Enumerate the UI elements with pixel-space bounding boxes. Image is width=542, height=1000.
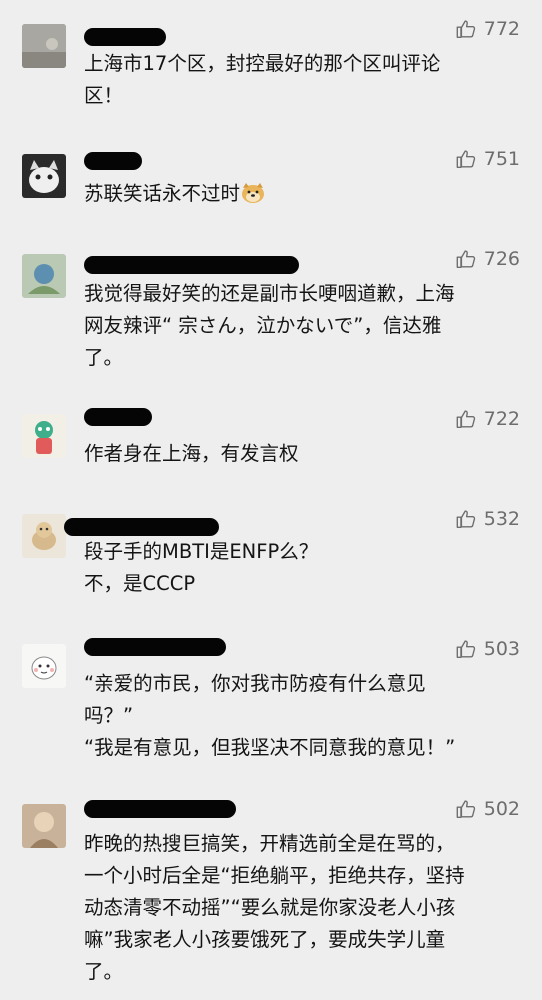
comment-text: 苏联笑话永不过时 xyxy=(84,178,524,210)
avatar[interactable] xyxy=(22,804,66,848)
comment-text: 我觉得最好笑的还是副市长哽咽道歉，上海 网友辣评“ 宗さん，泣かないで”，信达雅… xyxy=(84,282,455,369)
username[interactable] xyxy=(84,638,226,656)
comment-text: 上海市17个区，封控最好的那个区叫评论 区！ xyxy=(84,52,441,107)
username[interactable] xyxy=(84,28,166,46)
like-button[interactable]: 722 xyxy=(455,408,520,430)
like-button[interactable]: 503 xyxy=(455,638,520,660)
like-count: 772 xyxy=(483,18,520,40)
like-button[interactable]: 532 xyxy=(455,508,520,530)
like-count: 722 xyxy=(483,408,520,430)
like-button[interactable]: 751 xyxy=(455,148,520,170)
comment-text: 昨晚的热搜巨搞笑，开精选前全是在骂的， 一个小时后全是“拒绝躺平，拒绝共存，坚持… xyxy=(84,832,465,983)
thumbs-up-icon xyxy=(456,510,475,528)
like-button[interactable]: 772 xyxy=(455,18,520,40)
thumbs-up-icon xyxy=(456,410,475,428)
username[interactable] xyxy=(84,408,152,426)
avatar[interactable] xyxy=(22,254,66,298)
doge-emoji-icon xyxy=(242,183,265,203)
avatar[interactable] xyxy=(22,414,66,458)
comment-text: “亲爱的市民，你对我市防疫有什么意见 吗？” “我是有意见，但我坚决不同意我的意… xyxy=(84,672,456,759)
like-count: 751 xyxy=(483,148,520,170)
like-count: 503 xyxy=(483,638,520,660)
username[interactable] xyxy=(64,518,219,536)
thumbs-up-icon xyxy=(456,640,475,658)
thumbs-up-icon xyxy=(456,20,475,38)
like-button[interactable]: 502 xyxy=(455,798,520,820)
thumbs-up-icon xyxy=(456,800,475,818)
avatar[interactable] xyxy=(22,644,66,688)
thumbs-up-icon xyxy=(456,250,475,268)
comment-text-content: 苏联笑话永不过时 xyxy=(84,182,241,205)
comment-list: 772 上海市17个区，封控最好的那个区叫评论 区！ 751 苏联笑话永不过时 … xyxy=(0,0,542,1000)
avatar[interactable] xyxy=(22,514,66,558)
username[interactable] xyxy=(84,800,236,818)
avatar[interactable] xyxy=(22,24,66,68)
comment-text: 作者身在上海，有发言权 xyxy=(84,442,299,465)
comment-text: 段子手的MBTI是ENFP么？ 不，是CCCP xyxy=(84,540,319,595)
username[interactable] xyxy=(84,152,142,170)
username[interactable] xyxy=(84,256,299,274)
thumbs-up-icon xyxy=(456,150,475,168)
like-count: 726 xyxy=(483,248,520,270)
like-count: 502 xyxy=(483,798,520,820)
avatar[interactable] xyxy=(22,154,66,198)
like-button[interactable]: 726 xyxy=(455,248,520,270)
like-count: 532 xyxy=(483,508,520,530)
